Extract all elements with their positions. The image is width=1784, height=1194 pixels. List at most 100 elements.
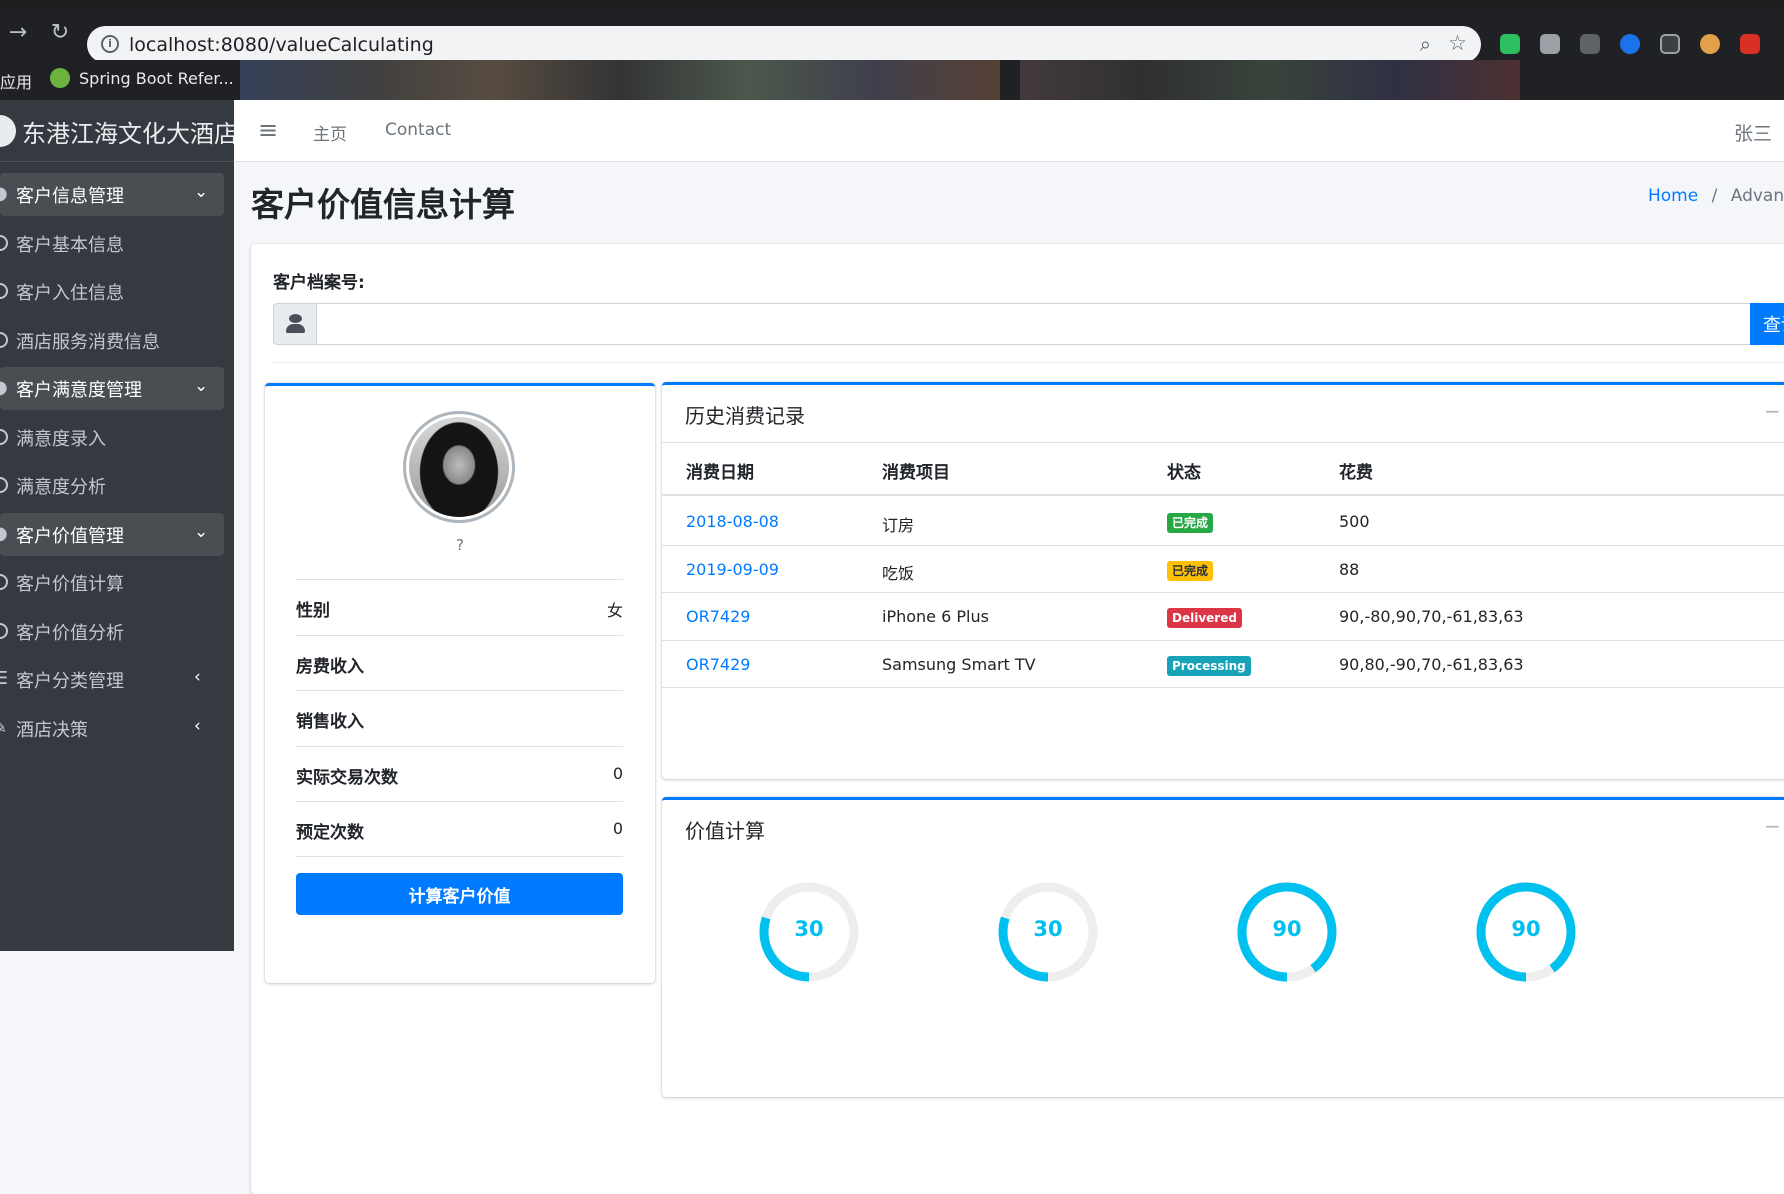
chevron-left-icon: ‹: [194, 715, 201, 736]
sidebar-item-label: 客户价值分析: [16, 622, 124, 644]
history-date-link[interactable]: 2018-08-08: [686, 512, 779, 531]
site-info-icon[interactable]: i: [101, 35, 119, 53]
zoom-icon[interactable]: ⌕: [1420, 32, 1431, 56]
status-badge: Delivered: [1167, 608, 1242, 628]
globe-extension-icon[interactable]: [1620, 34, 1640, 54]
customer-id-input[interactable]: [316, 303, 1751, 345]
history-date-link[interactable]: OR7429: [686, 607, 750, 626]
sidebar-item-4[interactable]: ● 客户满意度管理 ⌄: [0, 364, 234, 413]
history-cost: 88: [1339, 559, 1360, 579]
history-item: 订房: [882, 516, 915, 535]
bookmark-spring-boot[interactable]: Spring Boot Refer...: [79, 69, 234, 88]
top-navbar: ≡ 主页 Contact 张三: [234, 100, 1784, 162]
calculate-value-button[interactable]: 计算客户价值: [296, 873, 623, 915]
value-gauge: 90: [1235, 880, 1339, 984]
forward-icon[interactable]: →: [6, 20, 30, 45]
drive-extension-icon[interactable]: [1540, 34, 1560, 54]
spring-leaf-icon: [50, 68, 70, 88]
collapse-icon[interactable]: −: [1764, 399, 1781, 423]
brand[interactable]: 东港江海文化大酒店: [0, 100, 238, 162]
status-badge: 已完成: [1167, 513, 1214, 533]
history-date-link[interactable]: OR7429: [686, 655, 750, 674]
nav-home-link[interactable]: 主页: [313, 120, 347, 145]
value-gauge: 30: [757, 880, 861, 984]
divider: [273, 362, 1784, 363]
sidebar-item-label: 客户价值计算: [16, 574, 124, 595]
search-button[interactable]: 查询: [1750, 303, 1784, 345]
profile-row-key: 实际交易次数: [296, 767, 398, 788]
chevron-down-icon: ⌄: [194, 182, 209, 202]
profile-row: 房费收入: [296, 634, 623, 691]
profile-row: 销售收入: [296, 690, 623, 746]
sidebar-menu: ● 客户信息管理 ⌄ 客户基本信息客户入住信息酒店服务消费信息 ● 客户满意度管理 ⌄ 满意度…: [0, 170, 234, 752]
pen-icon: ✎: [0, 717, 8, 739]
history-table-header: 消费日期 消费项目 状态 花费: [662, 443, 1784, 496]
sidebar-item-11[interactable]: ✎ 酒店决策 ‹: [0, 704, 234, 753]
history-card-header: 历史消费记录 − ×: [662, 385, 1784, 443]
profile-row-value: 0: [612, 819, 623, 838]
reader-extension-icon[interactable]: [1660, 34, 1680, 54]
profile-row-value: 女: [606, 601, 623, 620]
profile-details-list: 性别 女房费收入 销售收入 实际交易次数 0 预定次数 0: [296, 579, 623, 857]
circle-icon: [0, 574, 8, 590]
dollar-icon: ●: [0, 523, 8, 545]
chevron-down-icon: ⌄: [194, 376, 209, 396]
sidebar-item-10[interactable]: ☰ 客户分类管理 ‹: [0, 655, 234, 704]
sidebar-item-1[interactable]: 客户基本信息: [0, 219, 234, 268]
sidebar-item-label: 满意度录入: [16, 428, 106, 450]
value-calc-card: 价值计算 − × 30 30 90 90: [662, 797, 1784, 1097]
list-icon: ☰: [0, 668, 9, 689]
sidebar-item-0[interactable]: ● 客户信息管理 ⌄: [0, 170, 234, 219]
history-cost: 90,-80,90,70,-61,83,63: [1339, 607, 1524, 626]
calendar-extension-icon[interactable]: [1740, 34, 1760, 54]
sidebar-item-5[interactable]: 满意度录入: [0, 413, 234, 462]
brand-logo-icon: [0, 115, 16, 147]
history-card-title: 历史消费记录: [685, 404, 805, 428]
sidebar-item-9[interactable]: 客户价值分析: [0, 607, 234, 656]
sidebar-item-3[interactable]: 酒店服务消费信息: [0, 316, 234, 365]
profile-row-value: 0: [612, 763, 623, 783]
breadcrumb-home[interactable]: Home: [1648, 186, 1698, 206]
bookmark-star-icon[interactable]: ☆: [1448, 31, 1467, 55]
history-item: 吃饭: [882, 563, 915, 583]
sidebar-item-2[interactable]: 客户入住信息: [0, 267, 234, 316]
profile-row-key: 预定次数: [296, 823, 364, 843]
browser-toolbar: → ↻ i localhost:8080/valueCalculating ⌕ …: [0, 10, 1784, 63]
history-cost: 90,80,-90,70,-61,83,63: [1339, 654, 1524, 674]
sidebar: 东港江海文化大酒店 ● 客户信息管理 ⌄ 客户基本信息客户入住信息酒店服务消费信息 ● 客…: [0, 100, 238, 951]
blurred-bookmarks: [240, 60, 1000, 100]
reload-icon[interactable]: ↻: [48, 20, 72, 45]
sidebar-item-label: 客户基本信息: [16, 234, 124, 256]
evernote-extension-icon[interactable]: [1500, 34, 1520, 54]
address-bar[interactable]: i localhost:8080/valueCalculating ⌕ ☆: [87, 26, 1481, 63]
cookie-extension-icon[interactable]: [1700, 34, 1720, 54]
value-card-title: 价值计算: [685, 819, 765, 843]
gauge-value: 90: [1272, 917, 1302, 941]
history-item: Samsung Smart TV: [882, 654, 1036, 674]
hamburger-menu-icon[interactable]: ≡: [258, 116, 278, 144]
bookmark-apps[interactable]: 应用: [0, 69, 32, 93]
breadcrumb-current: Advanced: [1730, 186, 1784, 206]
history-date-link[interactable]: 2019-09-09: [686, 560, 779, 579]
sidebar-item-8[interactable]: 客户价值计算: [0, 558, 234, 607]
collapse-icon[interactable]: −: [1764, 814, 1781, 838]
status-badge: Processing: [1167, 655, 1251, 676]
history-item: iPhone 6 Plus: [882, 607, 989, 626]
browser-tab-strip: [0, 0, 1784, 10]
user-name[interactable]: 张三: [1734, 119, 1772, 146]
circle-icon: [0, 428, 8, 445]
history-cost: 500: [1339, 512, 1370, 531]
profile-row: 预定次数 0: [296, 801, 623, 857]
bookmarks-bar: 应用 Spring Boot Refer...: [0, 60, 1784, 100]
breadcrumb-separator: /: [1711, 186, 1718, 206]
address-url[interactable]: localhost:8080/valueCalculating: [129, 34, 434, 56]
column-header-cost: 花费: [1339, 463, 1373, 483]
nav-contact-link[interactable]: Contact: [385, 120, 451, 140]
customer-id-label: 客户档案号:: [273, 273, 365, 293]
sidebar-item-7[interactable]: ● 客户价值管理 ⌄: [0, 510, 234, 559]
sidebar-item-6[interactable]: 满意度分析: [0, 461, 234, 510]
users-icon: ●: [0, 183, 8, 205]
sidebar-item-label: 客户信息管理: [16, 186, 124, 207]
sync-extension-icon[interactable]: [1580, 34, 1600, 54]
value-gauge: 90: [1474, 880, 1578, 984]
